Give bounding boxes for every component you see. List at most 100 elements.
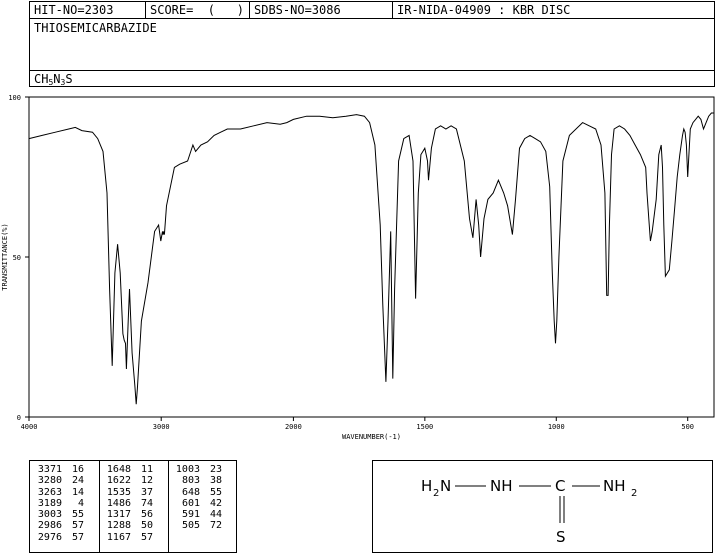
peak-row: 505 72 xyxy=(172,520,222,531)
peak-transmittance: 57 xyxy=(71,520,84,532)
peak-transmittance: 12 xyxy=(140,475,153,487)
peak-column-3: 1003 23 803 38 648 55 601 42 591 44 505 72 xyxy=(172,464,222,532)
y-tick-label: 0 xyxy=(17,414,21,422)
peak-wavenumber: 601 xyxy=(181,497,200,509)
atom-nh-right: NH xyxy=(603,477,626,495)
molecular-structure: H 2 N NH C NH 2 S xyxy=(372,460,713,553)
peak-row: 1003 23 xyxy=(172,464,222,475)
peak-row: 2976 57 xyxy=(34,532,84,543)
peak-wavenumber: 803 xyxy=(181,475,200,487)
peak-row: 3371 16 xyxy=(34,464,84,475)
hit-number: HIT-NO=2303 xyxy=(34,3,114,17)
peak-table: 3371 16 3280 24 3263 14 3189 4 3003 55 2986 57 2976 5… xyxy=(29,460,237,553)
peak-transmittance: 23 xyxy=(209,464,222,475)
x-tick-label: 1000 xyxy=(548,423,565,431)
atom-c: C xyxy=(555,477,565,495)
peak-row: 1648 11 xyxy=(103,464,153,475)
peak-row: 601 42 xyxy=(172,498,222,509)
spectrum-header: HIT-NO=2303 SCORE= ( ) SDBS-NO=3086 IR-N… xyxy=(29,1,715,87)
peak-transmittance: 16 xyxy=(71,464,84,475)
peak-wavenumber: 1317 xyxy=(106,509,131,521)
x-tick-label: 1500 xyxy=(416,423,433,431)
peak-wavenumber: 1648 xyxy=(106,464,131,475)
peak-transmittance: 38 xyxy=(209,475,222,487)
spectrum-line xyxy=(28,112,714,405)
formula-ch: CH xyxy=(34,72,49,86)
ir-method-info: IR-NIDA-04909 : KBR DISC xyxy=(397,3,571,17)
atom-sub-right: 2 xyxy=(631,488,637,499)
peak-row: 3263 14 xyxy=(34,487,84,498)
plot-frame xyxy=(28,96,715,418)
peak-row: 1317 56 xyxy=(103,509,153,520)
peak-row: 3003 55 xyxy=(34,509,84,520)
peak-transmittance: 44 xyxy=(209,509,222,521)
peak-wavenumber: 1003 xyxy=(175,464,200,475)
x-tick-label: 500 xyxy=(681,423,694,431)
peak-row: 3189 4 xyxy=(34,498,84,509)
peak-wavenumber: 3003 xyxy=(37,509,62,521)
score-field: SCORE= ( ) xyxy=(150,3,244,17)
peak-transmittance: 11 xyxy=(140,464,153,475)
x-tick-label: 2000 xyxy=(285,423,302,431)
sdbs-number: SDBS-NO=3086 xyxy=(254,3,341,17)
atom-n-left: N xyxy=(440,477,451,495)
peak-transmittance: 57 xyxy=(140,531,153,543)
peak-wavenumber: 591 xyxy=(181,509,200,521)
ir-spectrum-chart: 4000 3000 2000 1500 1000 500 0 50 100 WAVENUMBER(… xyxy=(1,94,715,441)
peak-transmittance: 37 xyxy=(140,486,153,498)
peak-row: 1288 50 xyxy=(103,520,153,531)
peak-transmittance: 55 xyxy=(209,486,222,498)
peak-wavenumber: 1622 xyxy=(106,475,131,487)
peak-column-2: 1648 11 1622 12 1535 37 1486 74 1317 56 1288 50 1167… xyxy=(103,464,153,543)
x-axis-label: WAVENUMBER(-1) xyxy=(342,433,401,441)
atom-nh: NH xyxy=(490,477,513,495)
peak-column-1: 3371 16 3280 24 3263 14 3189 4 3003 55 2986 57 2976 5… xyxy=(34,464,84,543)
peak-transmittance: 14 xyxy=(71,486,84,498)
peak-transmittance: 24 xyxy=(71,475,84,487)
peak-transmittance: 56 xyxy=(140,509,153,521)
peak-transmittance: 74 xyxy=(140,497,153,509)
y-tick-label: 50 xyxy=(13,254,21,262)
peak-wavenumber: 1486 xyxy=(106,497,131,509)
peak-row: 1535 37 xyxy=(103,487,153,498)
peak-wavenumber: 3189 xyxy=(37,497,62,509)
peak-transmittance: 72 xyxy=(209,520,222,532)
peak-wavenumber: 3263 xyxy=(37,486,62,498)
peak-column-divider xyxy=(168,461,169,552)
atom-sub-left: 2 xyxy=(433,488,439,499)
peak-row: 3280 24 xyxy=(34,475,84,486)
peak-transmittance: 42 xyxy=(209,497,222,509)
peak-column-divider xyxy=(99,461,100,552)
peak-transmittance: 55 xyxy=(71,509,84,521)
peak-wavenumber: 2986 xyxy=(37,520,62,532)
peak-wavenumber: 1288 xyxy=(106,520,131,532)
peak-row: 1486 74 xyxy=(103,498,153,509)
peak-row: 591 44 xyxy=(172,509,222,520)
peak-wavenumber: 3280 xyxy=(37,475,62,487)
peak-wavenumber: 1535 xyxy=(106,486,131,498)
peak-transmittance: 4 xyxy=(77,497,84,509)
chart-axes: 4000 3000 2000 1500 1000 500 0 50 100 WAVENUMBER(… xyxy=(1,94,715,441)
formula-divider xyxy=(30,70,714,71)
peak-wavenumber: 1167 xyxy=(106,531,131,543)
peak-wavenumber: 3371 xyxy=(37,464,62,475)
peak-transmittance: 57 xyxy=(71,531,84,543)
peak-row: 803 38 xyxy=(172,475,222,486)
peak-wavenumber: 505 xyxy=(181,520,200,532)
peak-row: 1622 12 xyxy=(103,475,153,486)
y-axis-label: TRANSMITTANCE(%) xyxy=(1,223,9,290)
peak-row: 1167 57 xyxy=(103,532,153,543)
atom-s: S xyxy=(556,528,566,546)
compound-name: THIOSEMICARBAZIDE xyxy=(34,21,157,35)
header-info-row: HIT-NO=2303 SCORE= ( ) SDBS-NO=3086 IR-N… xyxy=(30,2,714,19)
peak-transmittance: 50 xyxy=(140,520,153,532)
x-tick-label: 4000 xyxy=(21,423,38,431)
formula-n: N xyxy=(53,72,61,86)
structure-diagram: H 2 N NH C NH 2 S xyxy=(421,477,637,546)
atom-h-left: H xyxy=(421,477,432,495)
x-tick-label: 3000 xyxy=(153,423,170,431)
peak-wavenumber: 2976 xyxy=(37,531,62,543)
formula-s: S xyxy=(65,72,73,86)
peak-wavenumber: 648 xyxy=(181,486,200,498)
peak-row: 2986 57 xyxy=(34,520,84,531)
